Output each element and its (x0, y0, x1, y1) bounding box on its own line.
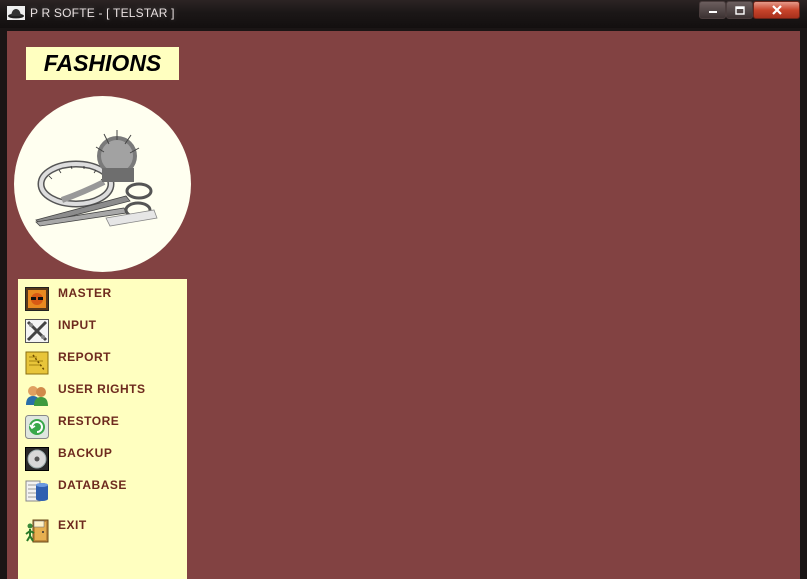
menu-item-database[interactable]: DATABASE (25, 478, 180, 504)
menu-item-label: MASTER (58, 286, 112, 300)
close-button[interactable] (753, 1, 800, 19)
maximize-icon (734, 5, 745, 15)
users-icon (26, 386, 48, 406)
menu-item-label: INPUT (58, 318, 97, 332)
menu-item-label: REPORT (58, 350, 112, 364)
title-bar[interactable]: P R SOFTE - [ TELSTAR ] (0, 0, 807, 28)
app-hat-icon (7, 6, 25, 20)
menu-item-label: RESTORE (58, 414, 120, 428)
input-icon (25, 319, 49, 343)
brand-label: FASHIONS (26, 47, 179, 80)
menu-item-master[interactable]: MASTER (25, 286, 180, 312)
main-menu-panel: MASTER INPUT REPORT USER RIGHTS RESTORE … (18, 279, 187, 579)
close-icon (771, 5, 782, 15)
menu-item-label: EXIT (58, 518, 87, 532)
minimize-button[interactable] (699, 1, 726, 19)
database-icon (25, 480, 48, 502)
menu-item-label: BACKUP (58, 446, 113, 460)
maximize-button[interactable] (726, 1, 753, 19)
exit-door-icon (25, 519, 49, 543)
restore-icon (25, 415, 49, 439)
menu-item-restore[interactable]: RESTORE (25, 414, 180, 440)
tailoring-logo (14, 96, 191, 272)
sewing-tools-image (35, 130, 158, 227)
minimize-icon (708, 11, 717, 13)
client-area: FASHIONS MASTER INPUT REPORT USER RIGHTS… (7, 31, 800, 579)
menu-item-exit[interactable]: EXIT (25, 518, 180, 544)
disc-icon (25, 447, 49, 471)
menu-item-label: USER RIGHTS (58, 382, 146, 396)
master-icon (25, 287, 49, 311)
menu-item-report[interactable]: REPORT (25, 350, 180, 376)
menu-item-input[interactable]: INPUT (25, 318, 180, 344)
menu-item-backup[interactable]: BACKUP (25, 446, 180, 472)
report-icon (25, 351, 49, 375)
menu-item-label: DATABASE (58, 478, 127, 492)
menu-item-user-rights[interactable]: USER RIGHTS (25, 382, 180, 408)
window-title: P R SOFTE - [ TELSTAR ] (30, 6, 175, 20)
